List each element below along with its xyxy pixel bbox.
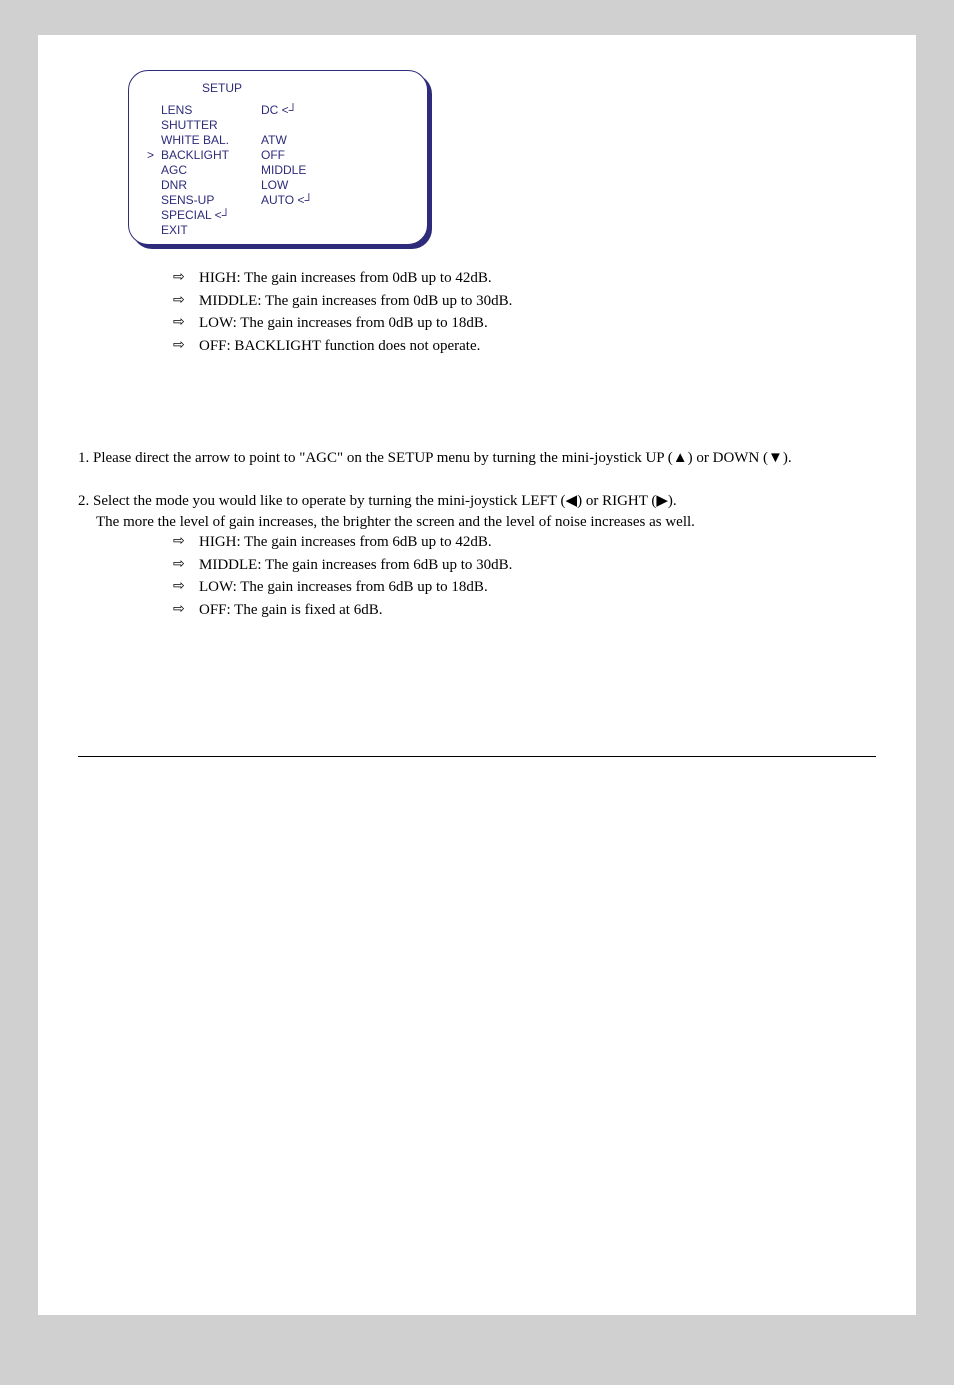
osd-marker [147, 178, 161, 193]
osd-row: LENS DC <┘ [147, 103, 409, 118]
bullet-text: HIGH: The gain increases from 6dB up to … [199, 531, 492, 554]
osd-item-name: AGC [161, 163, 261, 178]
osd-marker: > [147, 148, 161, 163]
osd-item-name: BACKLIGHT [161, 148, 261, 163]
osd-row: SPECIAL <┘ [147, 208, 409, 223]
osd-item-name: LENS [161, 103, 261, 118]
step-text: 1. Please direct the arrow to point to "… [78, 447, 876, 470]
osd-marker [147, 133, 161, 148]
osd-row: SHUTTER [147, 118, 409, 133]
bullet-text: OFF: BACKLIGHT function does not operate… [199, 335, 480, 358]
osd-item-name: DNR [161, 178, 261, 193]
list-item: ⇨ MIDDLE: The gain increases from 0dB up… [173, 290, 876, 313]
bullet-text: LOW: The gain increases from 6dB up to 1… [199, 576, 488, 599]
arrow-icon: ⇨ [173, 335, 199, 358]
osd-row: AGC MIDDLE [147, 163, 409, 178]
arrow-icon: ⇨ [173, 576, 199, 599]
osd-marker [147, 223, 161, 238]
osd-rows: LENS DC <┘ SHUTTER WHITE BAL. ATW > BACK… [147, 103, 409, 238]
step-text: 2. Select the mode you would like to ope… [78, 490, 876, 513]
list-item: ⇨ HIGH: The gain increases from 6dB up t… [173, 531, 876, 554]
bullet-text: MIDDLE: The gain increases from 0dB up t… [199, 290, 512, 313]
arrow-icon: ⇨ [173, 267, 199, 290]
step-subtext: The more the level of gain increases, th… [78, 514, 876, 531]
bullet-text: OFF: The gain is fixed at 6dB. [199, 599, 382, 622]
osd-item-value: ATW [261, 133, 287, 148]
page: SETUP LENS DC <┘ SHUTTER WHITE BAL. ATW [38, 35, 916, 1315]
osd-row: EXIT [147, 223, 409, 238]
osd-marker [147, 208, 161, 223]
numbered-steps: 1. Please direct the arrow to point to "… [78, 447, 876, 531]
list-item: ⇨ LOW: The gain increases from 6dB up to… [173, 576, 876, 599]
bullet-text: MIDDLE: The gain increases from 6dB up t… [199, 554, 512, 577]
osd-screen: SETUP LENS DC <┘ SHUTTER WHITE BAL. ATW [128, 70, 428, 245]
osd-row: SENS-UP AUTO <┘ [147, 193, 409, 208]
list-item: ⇨ HIGH: The gain increases from 0dB up t… [173, 267, 876, 290]
list-item: ⇨ MIDDLE: The gain increases from 6dB up… [173, 554, 876, 577]
osd-item-value: OFF [261, 148, 285, 163]
list-item: ⇨ OFF: BACKLIGHT function does not opera… [173, 335, 876, 358]
osd-marker [147, 103, 161, 118]
osd-panel: SETUP LENS DC <┘ SHUTTER WHITE BAL. ATW [128, 70, 428, 245]
osd-marker [147, 193, 161, 208]
arrow-icon: ⇨ [173, 531, 199, 554]
osd-item-name: SPECIAL <┘ [161, 208, 261, 223]
osd-marker [147, 163, 161, 178]
osd-item-name: SHUTTER [161, 118, 261, 133]
osd-row: DNR LOW [147, 178, 409, 193]
divider [78, 756, 876, 757]
osd-item-value: DC <┘ [261, 103, 297, 118]
osd-row: WHITE BAL. ATW [147, 133, 409, 148]
osd-item-name: EXIT [161, 223, 261, 238]
arrow-icon: ⇨ [173, 554, 199, 577]
osd-item-value: LOW [261, 178, 288, 193]
bullet-text: LOW: The gain increases from 0dB up to 1… [199, 312, 488, 335]
arrow-icon: ⇨ [173, 599, 199, 622]
backlight-bullet-list: ⇨ HIGH: The gain increases from 0dB up t… [173, 267, 876, 357]
list-item: ⇨ LOW: The gain increases from 0dB up to… [173, 312, 876, 335]
agc-bullet-list: ⇨ HIGH: The gain increases from 6dB up t… [173, 531, 876, 621]
arrow-icon: ⇨ [173, 312, 199, 335]
osd-item-value: AUTO <┘ [261, 193, 313, 208]
osd-title: SETUP [202, 81, 409, 95]
list-item: ⇨ OFF: The gain is fixed at 6dB. [173, 599, 876, 622]
osd-item-name: SENS-UP [161, 193, 261, 208]
osd-item-value: MIDDLE [261, 163, 306, 178]
osd-row: > BACKLIGHT OFF [147, 148, 409, 163]
osd-marker [147, 118, 161, 133]
arrow-icon: ⇨ [173, 290, 199, 313]
osd-item-name: WHITE BAL. [161, 133, 261, 148]
bullet-text: HIGH: The gain increases from 0dB up to … [199, 267, 492, 290]
